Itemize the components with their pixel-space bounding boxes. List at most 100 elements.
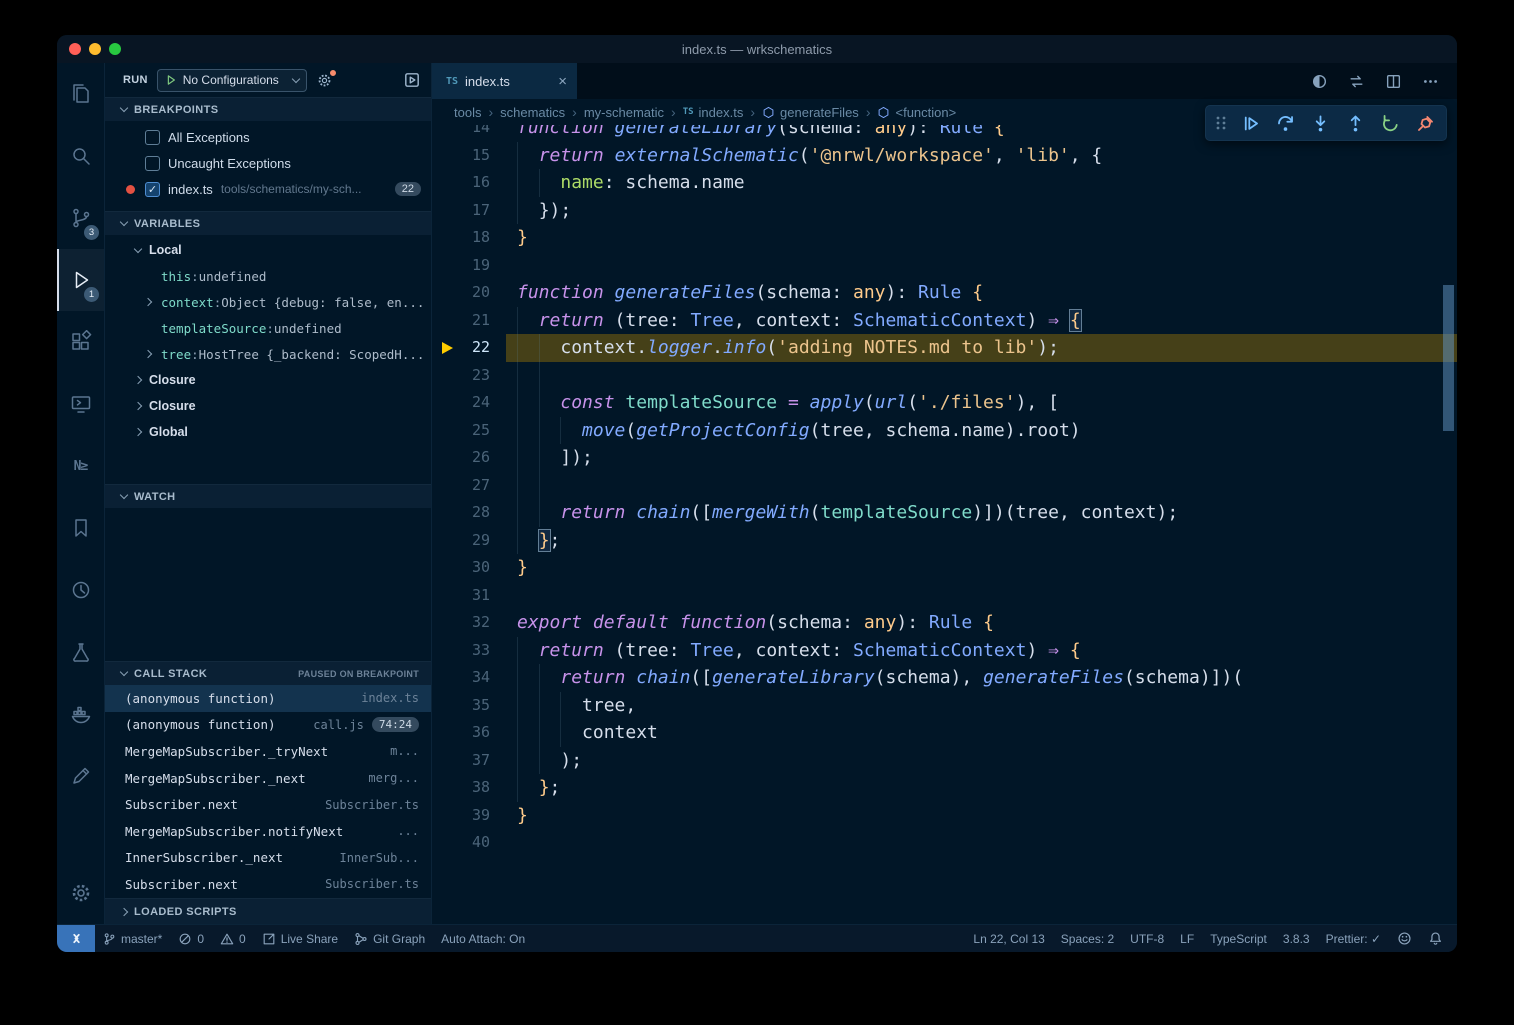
code-line-39[interactable]: 39} — [432, 802, 1457, 830]
step-over-button[interactable] — [1268, 107, 1303, 139]
open-changes-button[interactable] — [1311, 73, 1328, 90]
code-line-21[interactable]: 21 return (tree: Tree, context: Schemati… — [432, 307, 1457, 335]
loaded-scripts-section-header[interactable]: LOADED SCRIPTS — [105, 898, 431, 924]
line-number[interactable]: 38 — [432, 774, 517, 802]
line-number[interactable]: 23 — [432, 362, 517, 390]
line-number[interactable]: 37 — [432, 747, 517, 775]
breadcrumb-item[interactable]: generateFiles — [762, 105, 859, 120]
code-line-30[interactable]: 30} — [432, 554, 1457, 582]
open-debug-console-button[interactable] — [403, 71, 421, 89]
checkbox[interactable]: ✓ — [145, 182, 160, 197]
variables-scope-local[interactable]: Local — [105, 237, 431, 263]
compare-changes-button[interactable] — [1348, 73, 1365, 90]
code-line-29[interactable]: 29 }; — [432, 527, 1457, 555]
line-number[interactable]: 18 — [432, 224, 517, 252]
code-line-38[interactable]: 38 }; — [432, 774, 1457, 802]
remote-indicator[interactable] — [57, 925, 95, 952]
status-git-branch[interactable]: master* — [95, 925, 170, 952]
breakpoints-section-header[interactable]: BREAKPOINTS — [105, 97, 431, 121]
activity-item-explorer[interactable] — [57, 63, 104, 125]
breadcrumb-item[interactable]: schematics — [500, 105, 565, 120]
status-cursor-position[interactable]: Ln 22, Col 13 — [965, 925, 1052, 952]
activity-item-remote-explorer[interactable] — [57, 373, 104, 435]
breadcrumb-item[interactable]: tools — [454, 105, 481, 120]
activity-item-settings[interactable] — [57, 862, 104, 924]
breadcrumb-item[interactable]: my-schematic — [584, 105, 664, 120]
watch-section-header[interactable]: WATCH — [105, 484, 431, 508]
code-line-33[interactable]: 33 return (tree: Tree, context: Schemati… — [432, 637, 1457, 665]
activity-item-search[interactable] — [57, 125, 104, 187]
line-number[interactable]: 28 — [432, 499, 517, 527]
line-number[interactable]: 31 — [432, 582, 517, 610]
code-line-40[interactable]: 40 — [432, 829, 1457, 857]
code-line-16[interactable]: 16 name: schema.name — [432, 169, 1457, 197]
call-stack-section-header[interactable]: CALL STACK PAUSED ON BREAKPOINT — [105, 661, 431, 685]
breakpoint-item[interactable]: Uncaught Exceptions — [105, 150, 431, 176]
status-problems-errors[interactable]: 0 — [170, 925, 212, 952]
code-line-31[interactable]: 31 — [432, 582, 1457, 610]
status-git-graph[interactable]: Git Graph — [346, 925, 433, 952]
code-line-25[interactable]: 25 move(getProjectConfig(tree, schema.na… — [432, 417, 1457, 445]
line-number[interactable]: 29 — [432, 527, 517, 555]
line-number[interactable]: 16 — [432, 169, 517, 197]
debug-config-dropdown[interactable]: No Configurations — [157, 69, 307, 92]
checkbox[interactable] — [145, 130, 160, 145]
code-line-20[interactable]: 20function generateFiles(schema: any): R… — [432, 279, 1457, 307]
code-line-28[interactable]: 28 return chain([mergeWith(templateSourc… — [432, 499, 1457, 527]
split-editor-button[interactable] — [1385, 73, 1402, 90]
minimize-window-button[interactable] — [89, 43, 101, 55]
variable-tree[interactable]: tree: HostTree {_backend: ScopedH... — [105, 341, 431, 367]
activity-item-notebooks[interactable] — [57, 745, 104, 807]
activity-item-extensions[interactable] — [57, 311, 104, 373]
status-language-mode[interactable]: TypeScript — [1202, 925, 1275, 952]
line-number[interactable]: 32 — [432, 609, 517, 637]
status-notifications[interactable] — [1420, 925, 1451, 952]
status-ts-version[interactable]: 3.8.3 — [1275, 925, 1318, 952]
variables-scope-closure[interactable]: Closure — [105, 367, 431, 393]
breadcrumb-item[interactable]: <function> — [877, 105, 956, 120]
line-number[interactable]: 24 — [432, 389, 517, 417]
line-number[interactable]: 35 — [432, 692, 517, 720]
activity-item-gitlens[interactable] — [57, 559, 104, 621]
status-auto-attach[interactable]: Auto Attach: On — [433, 925, 533, 952]
code-line-27[interactable]: 27 — [432, 472, 1457, 500]
code-line-34[interactable]: 34 return chain([generateLibrary(schema)… — [432, 664, 1457, 692]
drag-handle[interactable] — [1209, 107, 1233, 139]
variable-this[interactable]: this: undefined — [105, 263, 431, 289]
activity-item-nx-console[interactable]: N≥ — [57, 435, 104, 497]
close-tab-button[interactable]: × — [558, 73, 567, 90]
line-number[interactable]: 40 — [432, 829, 517, 857]
status-prettier[interactable]: Prettier: ✓ — [1318, 925, 1389, 952]
activity-item-source-control[interactable]: 3 — [57, 187, 104, 249]
activity-item-run-and-debug[interactable]: 1 — [57, 249, 104, 311]
line-number[interactable]: 21 — [432, 307, 517, 335]
code-editor[interactable]: 14function generateLibrary(schema: any):… — [432, 125, 1457, 924]
restart-button[interactable] — [1373, 107, 1408, 139]
line-number[interactable]: 15 — [432, 142, 517, 170]
checkbox[interactable] — [145, 156, 160, 171]
line-number[interactable]: 14 — [432, 125, 517, 142]
step-out-button[interactable] — [1338, 107, 1373, 139]
activity-item-docker[interactable] — [57, 683, 104, 745]
line-number[interactable]: 20 — [432, 279, 517, 307]
stack-frame[interactable]: Subscriber.nextSubscriber.ts — [105, 871, 431, 898]
code-line-19[interactable]: 19 — [432, 252, 1457, 280]
status-indentation[interactable]: Spaces: 2 — [1053, 925, 1122, 952]
line-number[interactable]: 27 — [432, 472, 517, 500]
code-line-36[interactable]: 36 context — [432, 719, 1457, 747]
line-number[interactable]: 17 — [432, 197, 517, 225]
stack-frame[interactable]: InnerSubscriber._nextInnerSub... — [105, 845, 431, 872]
line-number[interactable]: 33 — [432, 637, 517, 665]
status-encoding[interactable]: UTF-8 — [1122, 925, 1172, 952]
variables-section-header[interactable]: VARIABLES — [105, 211, 431, 235]
code-line-32[interactable]: 32export default function(schema: any): … — [432, 609, 1457, 637]
activity-item-testing[interactable] — [57, 621, 104, 683]
stack-frame[interactable]: Subscriber.nextSubscriber.ts — [105, 791, 431, 818]
variable-templateSource[interactable]: templateSource: undefined — [105, 315, 431, 341]
status-live-share[interactable]: Live Share — [254, 925, 346, 952]
code-line-23[interactable]: 23 — [432, 362, 1457, 390]
step-into-button[interactable] — [1303, 107, 1338, 139]
tab-index-ts[interactable]: TS index.ts × — [432, 63, 577, 99]
code-line-18[interactable]: 18} — [432, 224, 1457, 252]
line-number[interactable]: 26 — [432, 444, 517, 472]
